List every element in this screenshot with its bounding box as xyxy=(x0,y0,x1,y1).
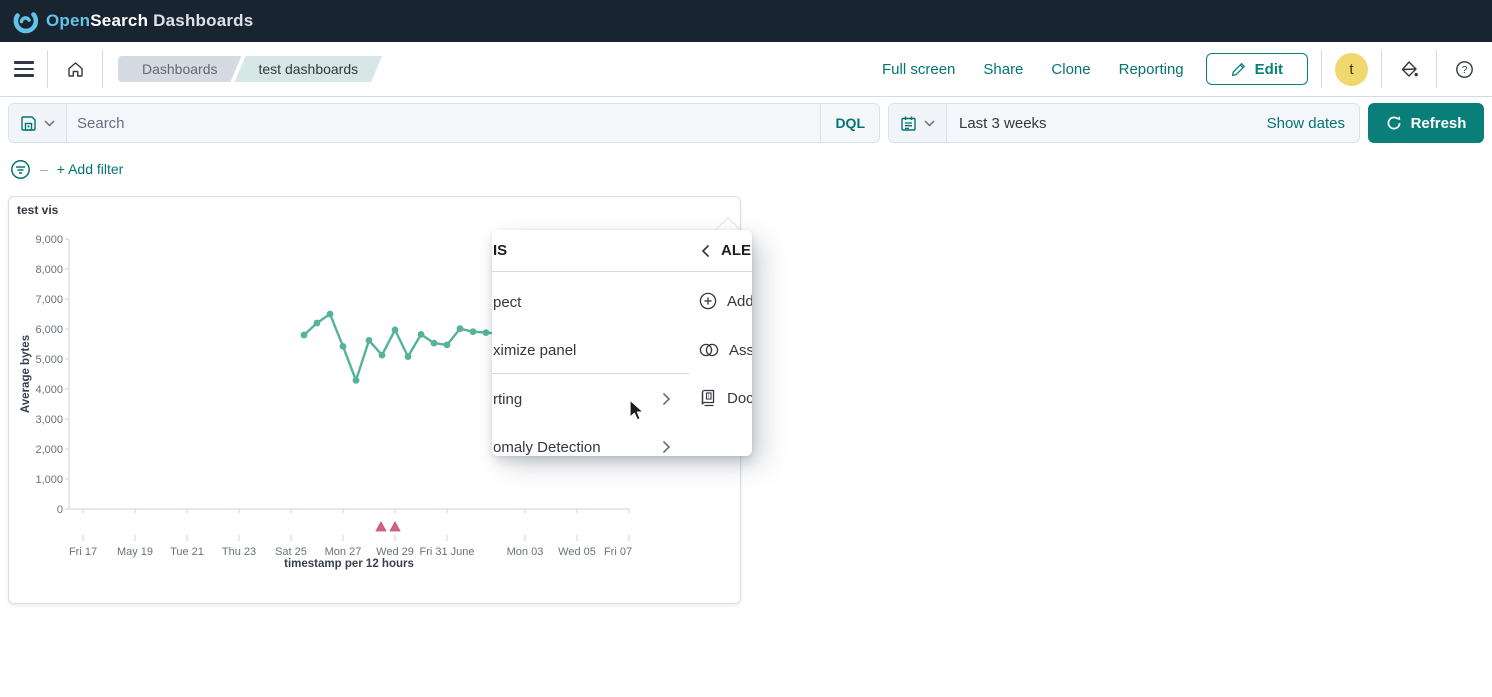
svg-text:Tue 21: Tue 21 xyxy=(170,546,204,558)
divider xyxy=(47,50,48,88)
svg-text:9,000: 9,000 xyxy=(35,234,63,246)
reporting-link[interactable]: Reporting xyxy=(1119,61,1184,78)
menu-hamburger-icon[interactable] xyxy=(14,57,34,81)
divider xyxy=(102,50,103,88)
svg-text:4,000: 4,000 xyxy=(35,384,63,396)
show-dates-button[interactable]: Show dates xyxy=(1267,104,1359,142)
svg-text:Average bytes: Average bytes xyxy=(20,335,32,413)
svg-text:7,000: 7,000 xyxy=(35,294,63,306)
divider xyxy=(1436,50,1437,88)
svg-text:Fri 31 June: Fri 31 June xyxy=(419,546,474,558)
menu-item-reporting[interactable]: rting xyxy=(493,387,522,411)
refresh-button[interactable]: Refresh xyxy=(1368,103,1484,143)
filter-bar: – + Add filter xyxy=(0,147,1492,183)
search-input-group: Search DQL xyxy=(8,103,880,143)
svg-text:2,000: 2,000 xyxy=(35,444,63,456)
submenu-item-documentation[interactable]: i Doc xyxy=(699,386,752,410)
app-header: OpenSearch Dashboards xyxy=(0,0,1492,42)
submenu-item-associated-monitors[interactable]: Ass xyxy=(699,338,752,362)
filter-icon[interactable] xyxy=(10,159,31,180)
svg-text:Wed 29: Wed 29 xyxy=(376,546,414,558)
associated-monitors-icon xyxy=(699,343,719,357)
divider xyxy=(492,373,689,374)
chevron-right-icon xyxy=(662,392,671,406)
submenu-header-alerting[interactable]: ALE xyxy=(701,230,751,271)
calendar-icon xyxy=(901,116,916,131)
app-title: OpenSearch Dashboards xyxy=(46,11,254,30)
breadcrumb: Dashboards test dashboards xyxy=(118,56,382,82)
menu-item-inspect[interactable]: pect xyxy=(493,290,521,314)
svg-text:6,000: 6,000 xyxy=(35,324,63,336)
save-icon xyxy=(21,115,36,131)
add-filter-link[interactable]: + Add filter xyxy=(57,161,124,177)
share-link[interactable]: Share xyxy=(983,61,1023,78)
plus-circle-icon xyxy=(699,292,717,310)
chevron-right-icon xyxy=(662,440,671,454)
svg-text:1,000: 1,000 xyxy=(35,474,63,486)
svg-text:5,000: 5,000 xyxy=(35,354,63,366)
svg-text:0: 0 xyxy=(57,504,63,516)
mouse-cursor xyxy=(629,399,644,421)
svg-text:Thu 23: Thu 23 xyxy=(222,546,256,558)
clone-link[interactable]: Clone xyxy=(1051,61,1090,78)
breadcrumb-dashboards[interactable]: Dashboards xyxy=(118,56,242,82)
user-avatar[interactable]: t xyxy=(1335,52,1368,86)
submenu-item-add-alerting[interactable]: Add xyxy=(699,289,752,313)
context-menu-header: IS xyxy=(493,242,508,259)
pencil-icon xyxy=(1231,62,1245,76)
documentation-book-icon: i xyxy=(701,389,715,407)
calendar-button[interactable] xyxy=(889,104,947,142)
saved-query-button[interactable] xyxy=(9,104,67,142)
svg-text:Sat 25: Sat 25 xyxy=(275,546,307,558)
divider xyxy=(492,271,752,272)
svg-text:May 19: May 19 xyxy=(117,546,153,558)
svg-text:timestamp per 12 hours: timestamp per 12 hours xyxy=(284,558,414,570)
chevron-left-icon xyxy=(701,244,710,257)
navigation-bar: Dashboards test dashboards Full screen S… xyxy=(0,42,1492,97)
svg-text:?: ? xyxy=(1461,65,1467,76)
svg-text:i: i xyxy=(708,394,709,400)
full-screen-link[interactable]: Full screen xyxy=(882,61,955,78)
svg-text:Wed 05: Wed 05 xyxy=(558,546,596,558)
date-picker-group: Last 3 weeks Show dates xyxy=(888,103,1360,143)
edit-button[interactable]: Edit xyxy=(1205,53,1308,85)
menu-item-anomaly-detection[interactable]: omaly Detection xyxy=(493,435,601,456)
panel-context-menu: IS ALE pect ximize panel rting omaly Det… xyxy=(492,230,752,456)
filter-dash: – xyxy=(40,161,48,177)
svg-text:3,000: 3,000 xyxy=(35,414,63,426)
help-icon[interactable]: ? xyxy=(1450,55,1478,83)
svg-text:Fri 17: Fri 17 xyxy=(69,546,97,558)
svg-text:Mon 03: Mon 03 xyxy=(507,546,544,558)
chevron-down-icon xyxy=(44,119,55,127)
search-input[interactable]: Search xyxy=(67,104,820,142)
divider xyxy=(1381,50,1382,88)
time-range-value[interactable]: Last 3 weeks xyxy=(947,104,1267,142)
breadcrumb-current-dashboard: test dashboards xyxy=(235,56,383,82)
refresh-icon xyxy=(1387,116,1401,130)
query-bar: Search DQL Last 3 weeks Show dates Refre… xyxy=(0,97,1492,147)
svg-text:8,000: 8,000 xyxy=(35,264,63,276)
query-language-button[interactable]: DQL xyxy=(820,104,879,142)
divider xyxy=(1321,50,1322,88)
opensearch-logo[interactable]: OpenSearch Dashboards xyxy=(12,8,253,34)
opensearch-logo-icon xyxy=(13,12,38,34)
home-icon[interactable] xyxy=(61,55,89,83)
svg-text:Fri 07: Fri 07 xyxy=(604,546,632,558)
chevron-down-icon xyxy=(924,119,935,127)
appearance-paint-icon[interactable] xyxy=(1395,55,1423,83)
svg-text:Mon 27: Mon 27 xyxy=(325,546,362,558)
menu-item-maximize-panel[interactable]: ximize panel xyxy=(493,338,576,362)
